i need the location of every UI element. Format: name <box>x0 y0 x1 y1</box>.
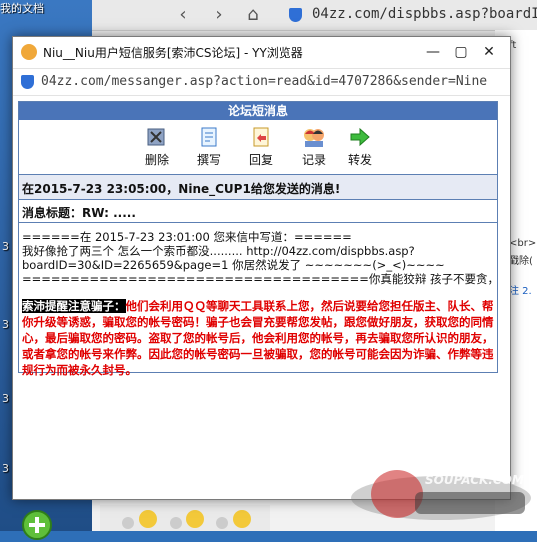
message-frame: 论坛短消息 删除 撰写 回复 记录 转发 在2015-7-23 23:05:00… <box>18 101 498 377</box>
back-icon[interactable]: ‹ <box>172 4 194 26</box>
reply-icon <box>249 126 273 148</box>
forward-icon <box>348 126 372 148</box>
frame-title: 论坛短消息 <box>19 102 497 120</box>
watermark-logo: SOUPACK.COM <box>345 462 537 526</box>
background-address[interactable]: 04zz.com/dispbbs.asp?boardID <box>312 6 537 24</box>
desktop-number: 3 <box>2 318 9 331</box>
desktop-number: 3 <box>2 392 9 405</box>
delete-label: 删除 <box>144 153 169 167</box>
background-text: <br> <box>509 238 537 249</box>
body-line: ====================================你真能狡… <box>22 272 492 286</box>
compose-icon <box>197 126 221 148</box>
compose-button[interactable]: 撰写 <box>189 126 229 168</box>
forward-nav-icon[interactable]: › <box>208 4 230 26</box>
delete-icon <box>145 126 169 148</box>
message-body: ======在 2015-7-23 23:01:00 您来信中写道：======… <box>22 230 492 286</box>
warning-tag: 索沛提醒注意骗子： <box>22 299 126 313</box>
desktop-number: 3 <box>2 240 9 253</box>
scam-warning: 索沛提醒注意骗子：他们会利用ＱＱ等聊天工具联系上您，然后说要给您担任版主、队长、… <box>22 298 494 378</box>
body-line: 我好像抢了两三个 怎么一个索币都没......... http://04zz.c… <box>22 244 415 258</box>
minimize-icon[interactable]: — <box>423 42 443 62</box>
svg-text:SOUPACK.COM: SOUPACK.COM <box>425 473 524 487</box>
popup-titlebar: Niu__Niu用户短信服务[索沛CS论坛] - YY浏览器 — ▢ ✕ <box>13 37 510 67</box>
forward-button[interactable]: 转发 <box>340 126 380 168</box>
message-info-bar: 在2015-7-23 23:05:00，Nine_CUP1给您发送的消息! <box>19 174 497 200</box>
popup-address[interactable]: 04zz.com/messanger.asp?action=read&id=47… <box>41 74 503 89</box>
record-button[interactable]: 记录 <box>294 126 334 168</box>
emoji-row <box>100 505 270 531</box>
close-icon[interactable]: ✕ <box>479 42 499 62</box>
app-icon <box>21 44 37 60</box>
add-icon[interactable] <box>22 510 52 540</box>
body-line: ======在 2015-7-23 23:01:00 您来信中写道：====== <box>22 230 352 244</box>
popup-title: Niu__Niu用户短信服务[索沛CS论坛] - YY浏览器 <box>43 46 303 60</box>
background-text: 戳除( <box>509 256 533 267</box>
message-subject: 消息标题：RW: ..... <box>22 206 136 220</box>
reply-label: 回复 <box>248 153 273 167</box>
delete-button[interactable]: 删除 <box>137 126 177 168</box>
popup-address-bar[interactable]: 04zz.com/messanger.asp?action=read&id=47… <box>13 68 510 96</box>
background-text: 注 2. <box>509 286 532 297</box>
home-icon[interactable]: ⌂ <box>242 4 264 26</box>
message-time-line: 在2015-7-23 23:05:00，Nine_CUP1给您发送的消息! <box>22 182 341 196</box>
record-icon <box>302 126 326 148</box>
forward-label: 转发 <box>347 153 372 167</box>
maximize-icon[interactable]: ▢ <box>451 42 471 62</box>
desktop-number: 3 <box>2 462 9 475</box>
security-shield-icon <box>21 75 34 89</box>
message-popup-window: Niu__Niu用户短信服务[索沛CS论坛] - YY浏览器 — ▢ ✕ 04z… <box>12 36 511 500</box>
reply-button[interactable]: 回复 <box>241 126 281 168</box>
security-shield-icon <box>289 8 302 22</box>
divider <box>19 222 497 223</box>
compose-label: 撰写 <box>196 153 221 167</box>
desktop-icon-label[interactable]: 我的文档 <box>0 0 90 14</box>
record-label: 记录 <box>301 153 326 167</box>
body-line: boardID=30&ID=2265659&page=1 你居然说发了 ~~~~… <box>22 258 445 272</box>
